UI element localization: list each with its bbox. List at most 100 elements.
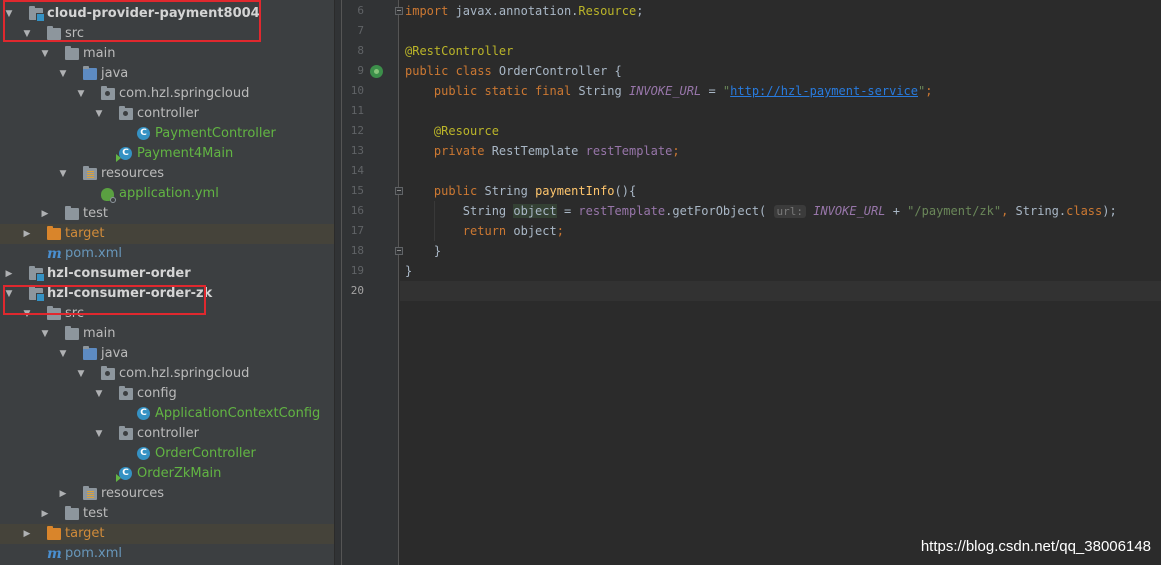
fold-marker-icon[interactable] <box>395 247 403 255</box>
tree-row[interactable]: ▶ target <box>0 524 334 544</box>
code-token: return <box>462 224 514 238</box>
code-token: private <box>433 144 492 158</box>
code-token: ; <box>672 144 680 158</box>
expand-arrow-icon[interactable]: ▼ <box>57 344 69 364</box>
tree-row[interactable]: ▶ test <box>0 204 334 224</box>
collapse-arrow-icon[interactable]: ▶ <box>39 204 51 224</box>
highlight-box-provider <box>3 0 261 42</box>
expand-arrow-icon[interactable]: ▼ <box>39 324 51 344</box>
package-icon <box>101 86 115 100</box>
expand-arrow-icon[interactable]: ▼ <box>75 364 87 384</box>
expand-arrow-icon[interactable]: ▼ <box>93 424 105 444</box>
code-line[interactable]: return object; <box>405 221 564 241</box>
code-line[interactable]: private RestTemplate restTemplate; <box>405 141 680 161</box>
code-token: import <box>405 4 456 18</box>
code-token: .getForObject( <box>665 204 774 218</box>
code-token: paymentInfo <box>535 184 615 198</box>
expand-arrow-icon[interactable]: ▼ <box>93 384 105 404</box>
tree-row[interactable]: ▶ test <box>0 504 334 524</box>
code-token: @RestController <box>405 44 514 58</box>
tree-row-label: resources <box>101 486 165 501</box>
panel-splitter[interactable] <box>334 0 342 565</box>
fold-marker-icon[interactable] <box>395 7 403 15</box>
tree-row[interactable]: ▼ resources <box>0 164 334 184</box>
expand-arrow-icon[interactable]: ▼ <box>93 104 105 124</box>
code-token: ; <box>925 84 933 98</box>
tree-row[interactable]: C OrderController <box>0 444 334 464</box>
code-token: "/payment/zk" <box>907 204 1002 218</box>
tree-row-label: main <box>83 46 116 61</box>
tree-row[interactable]: ▼ java <box>0 344 334 364</box>
collapse-arrow-icon[interactable]: ▶ <box>57 484 69 504</box>
fold-marker-icon[interactable] <box>395 187 403 195</box>
tree-row[interactable]: ▼ com.hzl.springcloud <box>0 84 334 104</box>
line-number: 18 <box>350 244 364 257</box>
tree-row[interactable]: m pom.xml <box>0 544 334 564</box>
tree-row[interactable]: application.yml <box>0 184 334 204</box>
code-line[interactable]: @RestController <box>405 41 513 61</box>
maven-icon: m <box>47 246 62 262</box>
line-number: 10 <box>350 84 364 97</box>
tree-row-label: com.hzl.springcloud <box>119 86 250 101</box>
code-token: INVOKE_URL <box>813 204 886 218</box>
code-token: OrderController { <box>498 64 622 78</box>
code-token: String <box>578 84 629 98</box>
code-token: object <box>513 224 557 238</box>
collapse-arrow-icon[interactable]: ▶ <box>21 224 33 244</box>
package-icon <box>119 386 133 400</box>
tree-row[interactable]: ▼ main <box>0 44 334 64</box>
code-line[interactable]: } <box>405 241 441 261</box>
tree-row[interactable]: C PaymentController <box>0 124 334 144</box>
tree-row-label: target <box>65 226 105 241</box>
code-line[interactable]: } <box>405 261 412 281</box>
collapse-arrow-icon[interactable]: ▶ <box>3 264 15 284</box>
tree-row[interactable]: ▶ target <box>0 224 334 244</box>
parameter-hint: url: <box>773 205 806 218</box>
excluded-folder-icon <box>47 226 61 240</box>
tree-row[interactable]: ▶ hzl-consumer-order <box>0 264 334 284</box>
package-icon <box>119 106 133 120</box>
line-number: 20 <box>350 284 364 297</box>
maven-icon: m <box>47 546 62 562</box>
expand-arrow-icon[interactable]: ▼ <box>57 164 69 184</box>
tree-row[interactable]: ▼ controller <box>0 104 334 124</box>
line-number: 19 <box>350 264 364 277</box>
tree-row[interactable]: C Payment4Main <box>0 144 334 164</box>
folder-icon <box>65 326 79 340</box>
code-token: RestTemplate <box>491 144 586 158</box>
spring-bean-gutter-icon[interactable] <box>370 65 383 78</box>
tree-row-label: PaymentController <box>155 126 276 141</box>
expand-arrow-icon[interactable]: ▼ <box>57 64 69 84</box>
class-icon: C <box>137 407 150 420</box>
expand-arrow-icon[interactable]: ▼ <box>39 44 51 64</box>
resources-folder-icon <box>83 166 97 180</box>
class-icon: C <box>137 447 150 460</box>
code-token: String <box>484 184 536 198</box>
code-line[interactable]: public class OrderController { <box>405 61 622 81</box>
tree-row-label: pom.xml <box>65 546 122 561</box>
tree-row[interactable]: C OrderZkMain <box>0 464 334 484</box>
code-line[interactable]: import javax.annotation.Resource; <box>405 1 643 21</box>
tree-row[interactable]: ▼ main <box>0 324 334 344</box>
code-line[interactable]: public String paymentInfo(){ <box>405 181 636 201</box>
collapse-arrow-icon[interactable]: ▶ <box>21 524 33 544</box>
code-line[interactable]: @Resource <box>405 121 499 141</box>
code-line[interactable]: String object = restTemplate.getForObjec… <box>405 201 1117 221</box>
code-token: } <box>405 264 413 278</box>
tree-row-label: OrderZkMain <box>137 466 222 481</box>
collapse-arrow-icon[interactable]: ▶ <box>39 504 51 524</box>
tree-row[interactable]: ▼ config <box>0 384 334 404</box>
code-token: INVOKE_URL <box>628 84 702 98</box>
code-token: } <box>405 244 442 258</box>
tree-row[interactable]: m pom.xml <box>0 244 334 264</box>
tree-row[interactable]: ▼ controller <box>0 424 334 444</box>
expand-arrow-icon[interactable]: ▼ <box>75 84 87 104</box>
code-token: public class <box>405 64 499 78</box>
tree-row[interactable]: ▶ resources <box>0 484 334 504</box>
tree-row[interactable]: ▼ java <box>0 64 334 84</box>
spring-boot-main-icon: C <box>116 147 132 162</box>
code-line[interactable]: public static final String INVOKE_URL = … <box>405 81 933 101</box>
tree-row[interactable]: ▼ com.hzl.springcloud <box>0 364 334 384</box>
tree-row[interactable]: C ApplicationContextConfig <box>0 404 334 424</box>
